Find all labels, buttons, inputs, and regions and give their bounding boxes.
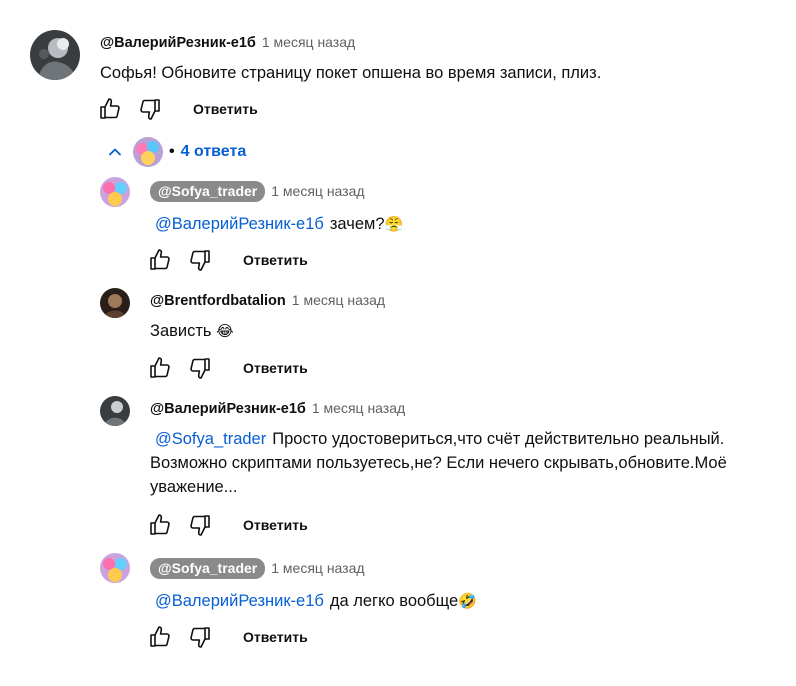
comment-body-line: Возможно скриптами пользуетесь,не? Если … <box>150 454 727 472</box>
timestamp[interactable]: 1 месяц назад <box>271 560 364 576</box>
emoji: 🤣 <box>458 592 477 610</box>
like-button[interactable] <box>147 247 173 273</box>
thumb-down-icon <box>188 248 212 272</box>
avatar[interactable] <box>100 177 130 207</box>
thumb-up-icon <box>148 513 172 537</box>
comment-actions: Ответить <box>147 624 308 650</box>
comment-actions: Ответить <box>147 247 308 273</box>
author-name[interactable]: @Brentfordbatalion <box>150 293 286 309</box>
comment-text: Зависть 😂 <box>150 319 234 343</box>
thumb-down-icon <box>188 513 212 537</box>
mention-link[interactable]: @Sofya_trader <box>155 430 266 448</box>
timestamp[interactable]: 1 месяц назад <box>262 34 355 50</box>
avatar[interactable] <box>100 396 130 426</box>
thumb-down-icon <box>138 97 162 121</box>
thumb-up-icon <box>148 625 172 649</box>
dislike-button[interactable] <box>187 624 213 650</box>
reply-button[interactable]: Ответить <box>193 101 258 117</box>
timestamp[interactable]: 1 месяц назад <box>292 292 385 308</box>
comment-body: зачем? <box>329 215 385 233</box>
replies-count: 4 ответа <box>180 143 247 160</box>
comment-body-line: уважение... <box>150 478 238 496</box>
like-button[interactable] <box>147 624 173 650</box>
thumb-down-icon <box>188 625 212 649</box>
author-name[interactable]: @Sofya_trader <box>150 558 266 579</box>
timestamp[interactable]: 1 месяц назад <box>312 400 405 416</box>
comment-text: Софья! Обновите страницу покет опшена во… <box>100 61 601 85</box>
comment-header: @Sofya_trader 1 месяц назад <box>150 181 365 202</box>
comment-header: @Sofya_trader 1 месяц назад <box>150 558 365 579</box>
reply-button[interactable]: Ответить <box>243 252 308 268</box>
dislike-button[interactable] <box>187 512 213 538</box>
comment-text: @ВалерийРезник-е1б да легко вообще🤣 <box>155 589 477 613</box>
replies-toggle[interactable]: • 4 ответа <box>105 137 246 167</box>
comment-body: да легко вообще <box>329 592 459 610</box>
thumb-down-icon <box>188 356 212 380</box>
comment-body: Софья! Обновите страницу покет опшена во… <box>100 64 602 82</box>
dislike-button[interactable] <box>187 247 213 273</box>
thumb-up-icon <box>98 97 122 121</box>
avatar[interactable] <box>100 553 130 583</box>
mention-link[interactable]: @ВалерийРезник-е1б <box>155 215 324 233</box>
comment-text: @ВалерийРезник-е1б зачем?😤 <box>155 212 403 236</box>
author-name[interactable]: @ВалерийРезник-е1б <box>100 35 256 51</box>
replier-avatar <box>133 137 163 167</box>
author-name[interactable]: @Sofya_trader <box>150 181 266 202</box>
avatar[interactable] <box>100 288 130 318</box>
avatar[interactable] <box>30 30 80 80</box>
comment-actions: Ответить <box>147 512 308 538</box>
timestamp[interactable]: 1 месяц назад <box>271 183 364 199</box>
comment-header: @ВалерийРезник-е1б 1 месяц назад <box>150 398 405 419</box>
mention-link[interactable]: @ВалерийРезник-е1б <box>155 592 324 610</box>
comment-text: @Sofya_trader Просто удостовериться,что с… <box>150 427 790 499</box>
dislike-button[interactable] <box>137 96 163 122</box>
replies-bullet: • <box>169 143 175 160</box>
thumb-up-icon <box>148 248 172 272</box>
like-button[interactable] <box>147 512 173 538</box>
thumb-up-icon <box>148 356 172 380</box>
like-button[interactable] <box>97 96 123 122</box>
reply-button[interactable]: Ответить <box>243 629 308 645</box>
comment-body-line: Просто удостовериться,что счёт действите… <box>272 430 725 448</box>
author-name[interactable]: @ВалерийРезник-е1б <box>150 401 306 417</box>
emoji: 😤 <box>384 215 404 233</box>
comment-actions: Ответить <box>97 96 258 122</box>
emoji: 😂 <box>216 322 234 340</box>
comment-actions: Ответить <box>147 355 308 381</box>
comment-body: Зависть <box>150 322 212 340</box>
comment-thread: @ВалерийРезник-е1б 1 месяц назад Софья! О… <box>0 0 796 686</box>
dislike-button[interactable] <box>187 355 213 381</box>
chevron-up-icon <box>109 148 121 156</box>
reply-button[interactable]: Ответить <box>243 517 308 533</box>
comment-header: @Brentfordbatalion 1 месяц назад <box>150 290 385 311</box>
like-button[interactable] <box>147 355 173 381</box>
comment-header: @ВалерийРезник-е1б 1 месяц назад <box>100 32 355 53</box>
reply-button[interactable]: Ответить <box>243 360 308 376</box>
